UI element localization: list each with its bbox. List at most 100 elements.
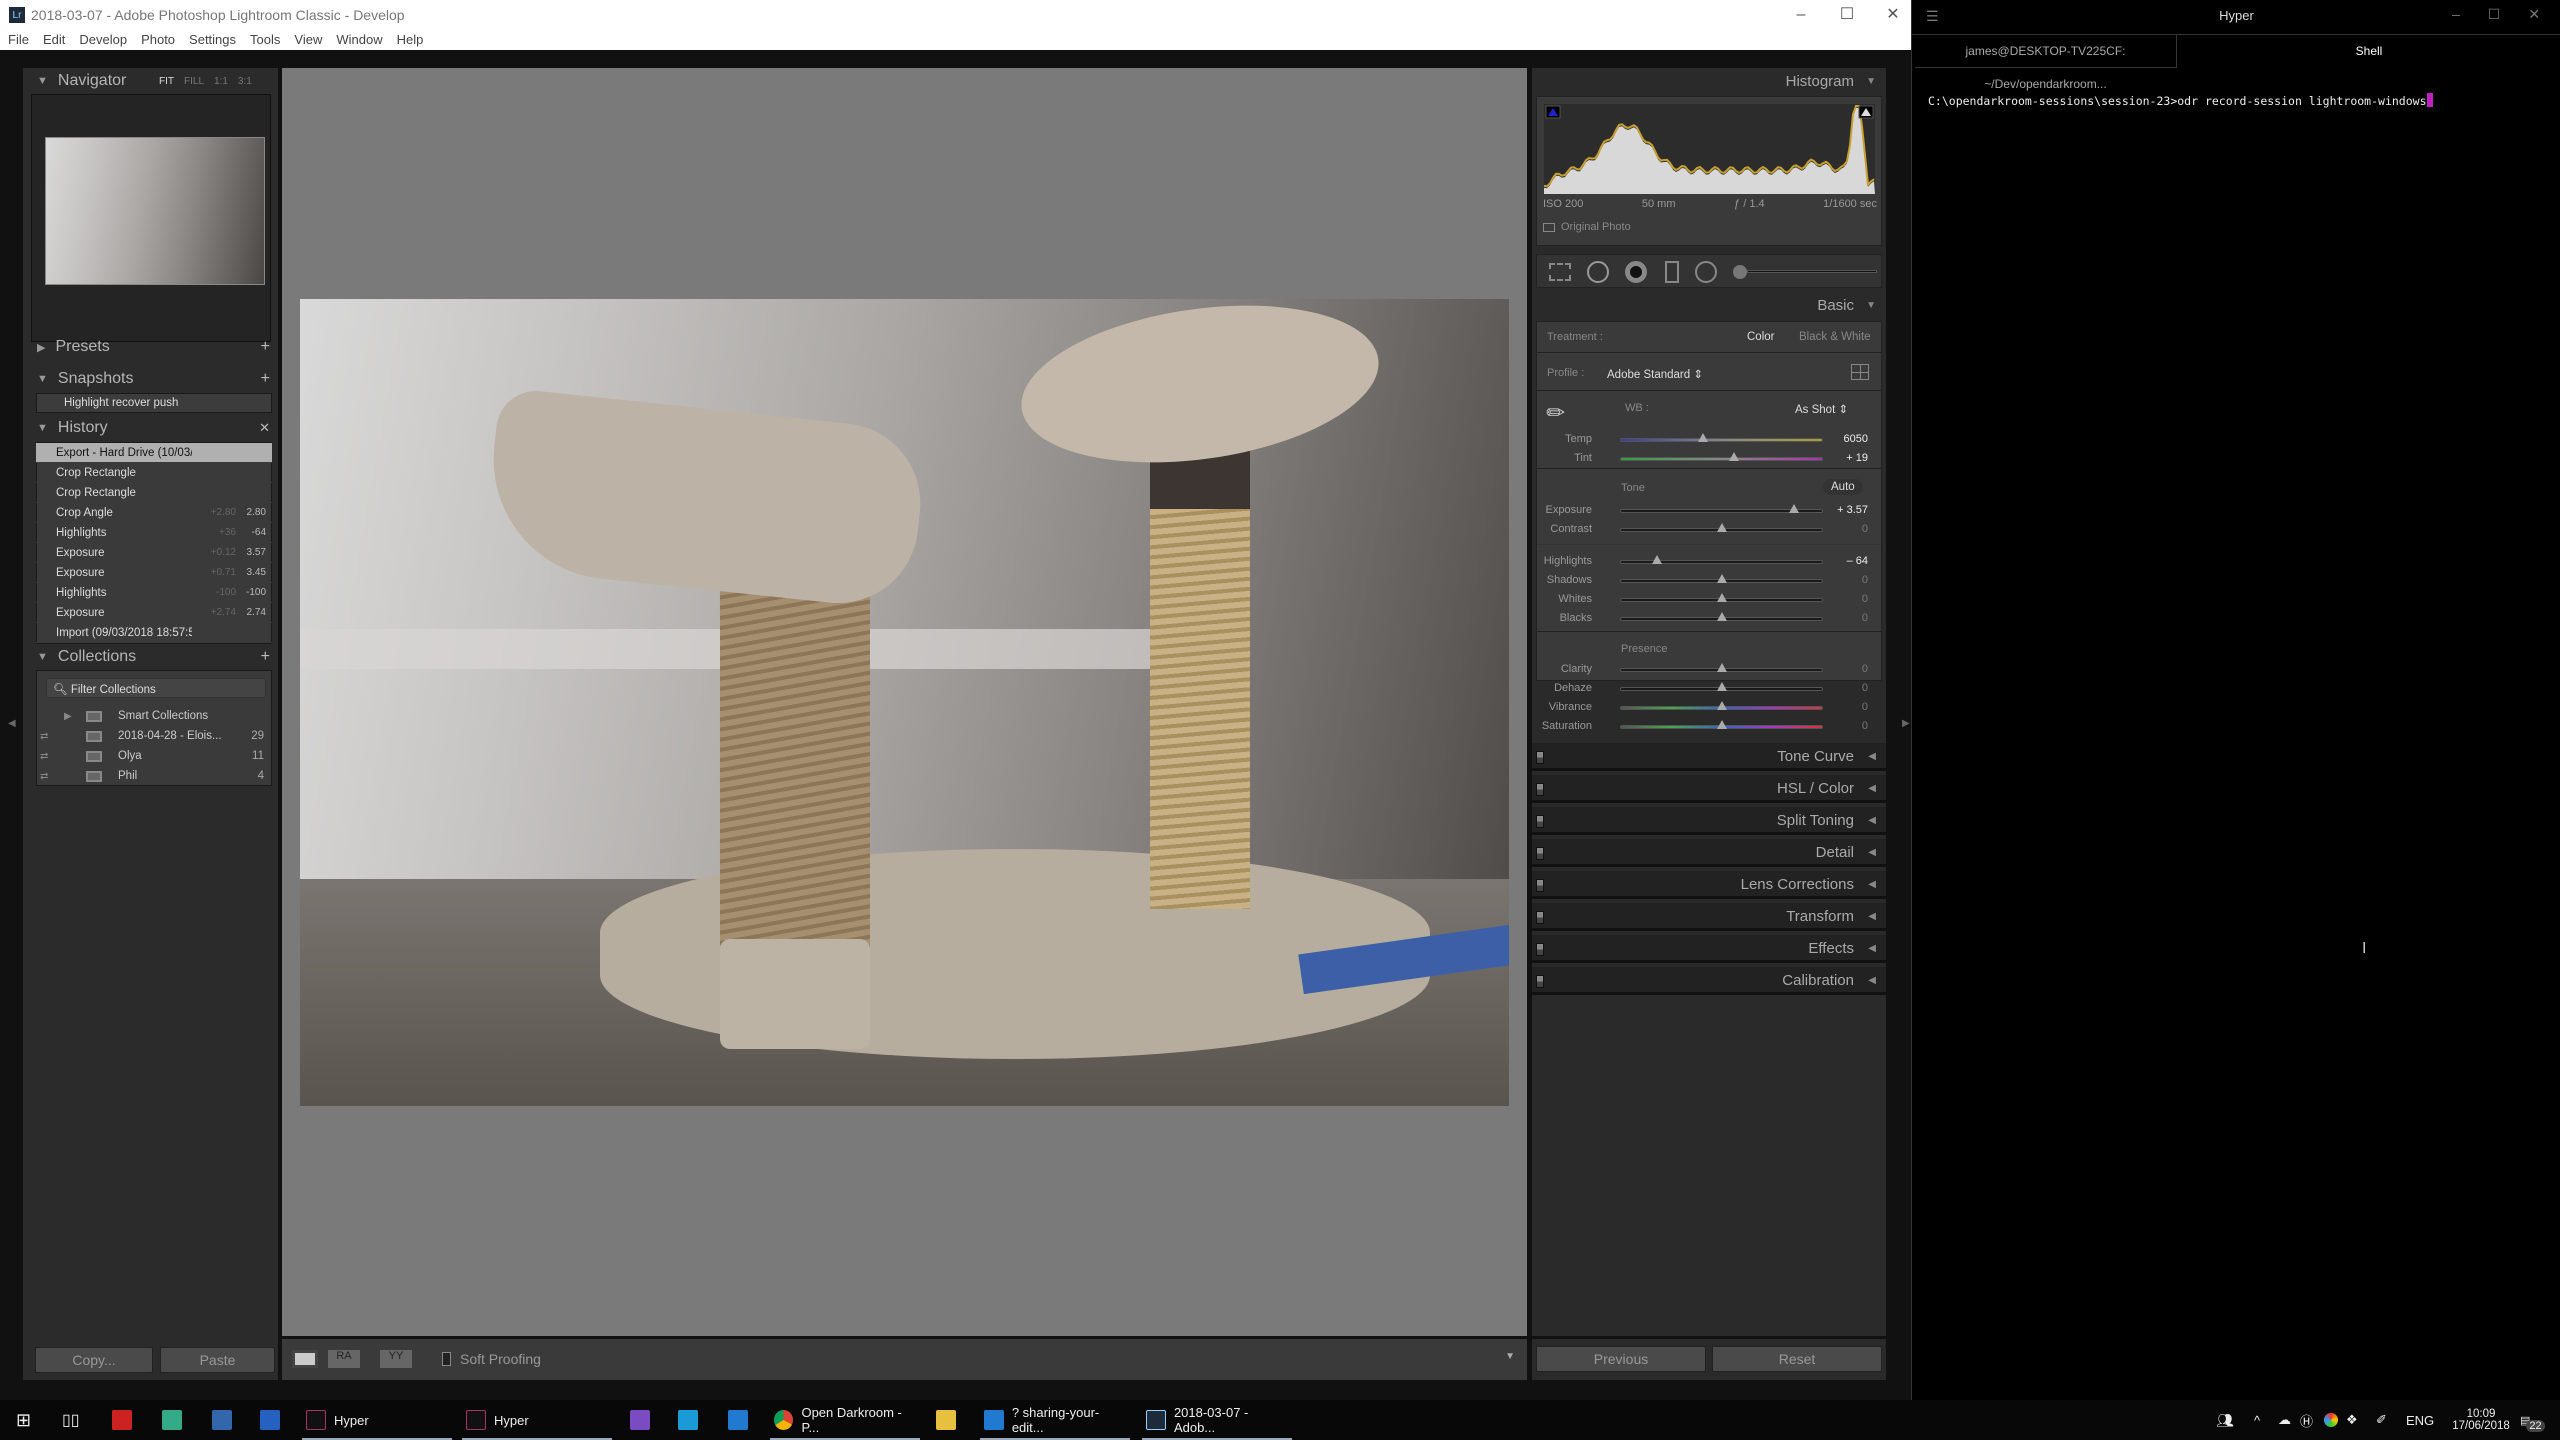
maximize-button[interactable]: ☐ — [1824, 0, 1870, 30]
people-icon[interactable]: 👥︎ — [2216, 1400, 2234, 1440]
panel-toggle-switch[interactable] — [1536, 783, 1544, 796]
zoom-1-1[interactable]: 1:1 — [214, 76, 228, 87]
soft-proofing-checkbox[interactable] — [442, 1352, 451, 1366]
slider-thumb[interactable] — [1716, 574, 1727, 583]
zoom-fill[interactable]: FILL — [184, 76, 204, 87]
panel-toggle-switch[interactable] — [1536, 815, 1544, 828]
panel-lens-corrections[interactable]: Lens Corrections ◀ — [1532, 871, 1886, 899]
tab-wsl[interactable]: james@DESKTOP-TV225CF: ~/Dev/opendarkroo… — [1915, 35, 2177, 91]
slider-thumb[interactable] — [1729, 452, 1740, 461]
smart-collections-folder[interactable]: ▶ Smart Collections — [36, 706, 272, 726]
panel-calibration[interactable]: Calibration ◀ — [1532, 967, 1886, 995]
slack-icon[interactable] — [162, 1410, 182, 1430]
panel-toggle-switch[interactable] — [1536, 751, 1544, 764]
slider-thumb[interactable] — [1651, 555, 1662, 564]
panel-toggle-switch[interactable] — [1536, 943, 1544, 956]
slider-thumb[interactable] — [1698, 433, 1709, 442]
history-item[interactable]: Highlights +36 -64 — [36, 523, 272, 543]
collection-item[interactable]: ⇄ 2018-04-28 - Elois... 29 — [36, 726, 272, 746]
slider-thumb[interactable] — [1716, 682, 1727, 691]
slider-value[interactable]: + 3.57 — [1837, 504, 1868, 516]
panel-detail[interactable]: Detail ◀ — [1532, 839, 1886, 867]
slider-saturation[interactable]: Saturation 0 — [1532, 718, 1886, 736]
clear-history-icon[interactable]: ✕ — [259, 420, 270, 436]
history-item[interactable]: Exposure +2.74 2.74 — [36, 603, 272, 623]
right-panel-toggle-icon[interactable]: ▶ — [1902, 718, 1910, 729]
visual-studio-icon[interactable] — [630, 1410, 650, 1430]
pinned-app-icon[interactable] — [212, 1410, 232, 1430]
slider-value[interactable]: 0 — [1862, 523, 1868, 535]
panel-effects[interactable]: Effects ◀ — [1532, 935, 1886, 963]
close-button[interactable]: ✕ — [2528, 6, 2540, 23]
history-item[interactable]: Highlights -100 -100 — [36, 583, 272, 603]
task-view-icon[interactable]: ▯▯ — [62, 1400, 80, 1440]
panel-toggle-switch[interactable] — [1536, 847, 1544, 860]
file-explorer-icon[interactable] — [936, 1410, 956, 1430]
slider-thumb[interactable] — [1716, 701, 1727, 710]
history-item[interactable]: Crop Rectangle — [36, 463, 272, 483]
snapshot-item[interactable]: Highlight recover push — [36, 393, 272, 413]
slider-track[interactable] — [1620, 438, 1823, 442]
vscode-icon[interactable] — [728, 1410, 748, 1430]
original-photo-checkbox[interactable] — [1543, 223, 1555, 232]
history-header[interactable]: ▼ History — [37, 419, 108, 437]
collection-item[interactable]: ⇄ Olya 11 — [36, 746, 272, 766]
close-button[interactable]: ✕ — [1870, 0, 1916, 30]
brush-slider[interactable] — [1747, 270, 1877, 273]
toolbar-menu-chevron-icon[interactable]: ▼ — [1505, 1351, 1515, 1362]
red-eye-icon[interactable] — [1625, 261, 1647, 283]
dropbox-icon[interactable]: ❖ — [2346, 1400, 2358, 1440]
slider-value[interactable]: 0 — [1862, 663, 1868, 675]
photo-main[interactable] — [300, 299, 1509, 1106]
histogram-collapse-icon[interactable]: ▼ — [1866, 76, 1876, 87]
panel-toggle-switch[interactable] — [1536, 911, 1544, 924]
navigator-preview[interactable] — [31, 94, 271, 342]
before-after-ra-button[interactable]: RA — [328, 1350, 360, 1368]
slider-value[interactable]: 0 — [1862, 682, 1868, 694]
slider-highlights[interactable]: Highlights – 64 — [1532, 553, 1886, 571]
wb-dropdown[interactable]: As Shot ⇕ — [1795, 402, 1848, 416]
slider-track[interactable] — [1620, 560, 1823, 564]
show-hidden-icons-chevron[interactable]: ^ — [2254, 1400, 2260, 1440]
onedrive-icon[interactable]: ☁ — [2278, 1400, 2291, 1440]
navigator-header[interactable]: ▼ Navigator — [37, 72, 126, 90]
taskbar-app-chrome[interactable]: Open Darkroom - P... — [770, 1400, 920, 1440]
menu-edit[interactable]: Edit — [43, 30, 65, 50]
panel-toggle-switch[interactable] — [1536, 879, 1544, 892]
history-item[interactable]: Export - Hard Drive (10/03/2018 21:50: — [36, 443, 272, 463]
auto-tone-button[interactable]: Auto — [1823, 479, 1863, 495]
paste-button[interactable]: Paste — [160, 1347, 275, 1373]
minimize-button[interactable]: – — [2452, 6, 2460, 23]
presets-header[interactable]: ▶ Presets — [37, 338, 110, 356]
menu-help[interactable]: Help — [397, 30, 424, 50]
histogram-chart[interactable] — [1544, 104, 1875, 194]
adjustment-brush-icon[interactable] — [1733, 265, 1747, 279]
slider-value[interactable]: 0 — [1862, 612, 1868, 624]
tab-shell[interactable]: Shell — [2177, 35, 2560, 68]
menu-view[interactable]: View — [294, 30, 322, 50]
navigator-thumbnail[interactable] — [45, 137, 265, 285]
language-indicator[interactable]: ENG — [2406, 1400, 2434, 1440]
history-item[interactable]: Crop Rectangle — [36, 483, 272, 503]
slider-clarity[interactable]: Clarity 0 — [1532, 661, 1886, 679]
slider-whites[interactable]: Whites 0 — [1532, 591, 1886, 609]
image-canvas[interactable] — [282, 68, 1527, 1336]
graduated-filter-icon[interactable] — [1665, 261, 1679, 283]
radial-filter-icon[interactable] — [1695, 261, 1717, 283]
history-item[interactable]: Crop Angle +2.80 2.80 — [36, 503, 272, 523]
slider-exposure[interactable]: Exposure + 3.57 — [1532, 502, 1886, 520]
zoom-3-1[interactable]: 3:1 — [238, 76, 252, 87]
start-button[interactable]: ⊞ — [16, 1400, 31, 1440]
history-item[interactable]: Import (09/03/2018 18:57:57) — [36, 623, 272, 643]
taskbar-app-lightroom[interactable]: 2018-03-07 - Adob... — [1142, 1400, 1292, 1440]
slider-track[interactable] — [1620, 457, 1823, 461]
menu-file[interactable]: File — [8, 30, 29, 50]
panel-transform[interactable]: Transform ◀ — [1532, 903, 1886, 931]
menu-window[interactable]: Window — [336, 30, 382, 50]
tray-h-icon[interactable]: Ⓗ — [2300, 1400, 2313, 1440]
slider-shadows[interactable]: Shadows 0 — [1532, 572, 1886, 590]
history-item[interactable]: Exposure +0.12 3.57 — [36, 543, 272, 563]
panel-toggle-switch[interactable] — [1536, 975, 1544, 988]
slider-temp[interactable]: Temp 6050 — [1532, 431, 1886, 449]
collection-item[interactable]: ⇄ Phil 4 — [36, 766, 272, 786]
